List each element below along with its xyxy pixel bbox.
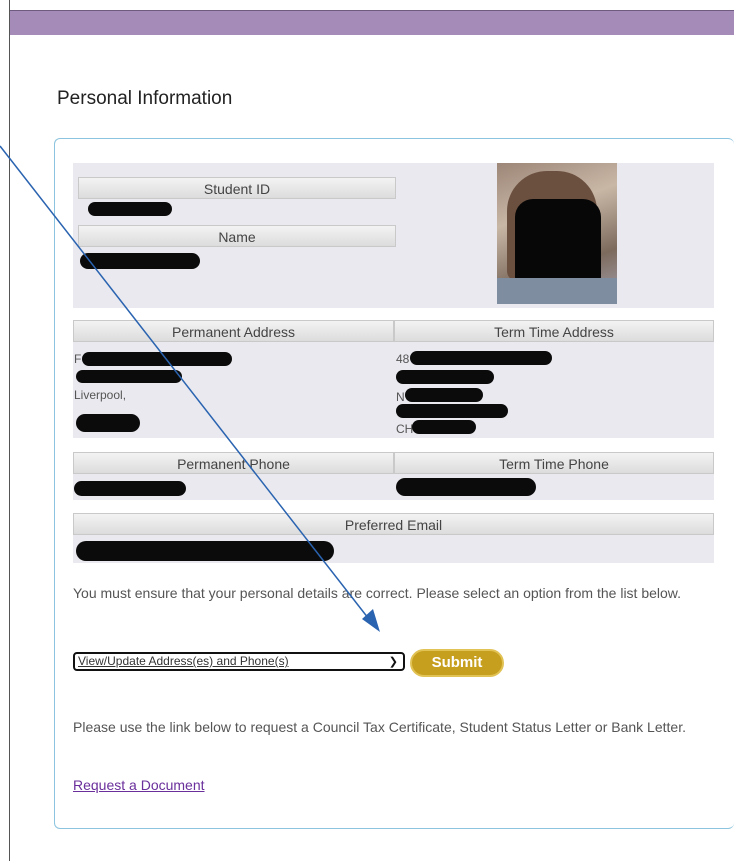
permanent-address-line1: F: [74, 352, 82, 366]
name-value-redacted: [80, 253, 200, 269]
document-notice: Please use the link below to request a C…: [73, 719, 686, 735]
request-document-link[interactable]: Request a Document: [73, 777, 205, 793]
preferred-email-redacted: [76, 541, 334, 561]
permanent-address-postcode-redacted: [76, 414, 140, 432]
details-notice: You must ensure that your personal detai…: [73, 585, 682, 601]
term-address-line1: 48: [396, 352, 410, 366]
submit-button[interactable]: Submit: [410, 649, 504, 677]
name-header: Name: [78, 225, 396, 247]
permanent-address-header: Permanent Address: [73, 320, 394, 342]
page-title: Personal Information: [57, 88, 233, 109]
student-id-value-redacted: [88, 202, 172, 216]
term-address-line2-redacted: [396, 370, 494, 384]
student-id-header: Student ID: [78, 177, 396, 199]
term-phone-redacted: [396, 478, 536, 496]
term-address-line1-redacted: [410, 351, 552, 365]
chevron-down-icon: ❯: [388, 656, 398, 668]
term-phone-header: Term Time Phone: [394, 452, 714, 474]
term-address-line3-redacted: [405, 388, 483, 402]
permanent-phone-redacted: [74, 481, 186, 496]
photo-shoulder: [497, 278, 617, 304]
preferred-email-header: Preferred Email: [73, 513, 714, 535]
permanent-address-line2-redacted: [76, 370, 182, 383]
left-border-line: [9, 0, 10, 861]
permanent-phone-header: Permanent Phone: [73, 452, 394, 474]
term-address-postcode-redacted: [412, 420, 476, 434]
term-address-postcode: CH: [396, 422, 414, 436]
student-photo: [497, 163, 617, 304]
top-header-bar: [10, 10, 734, 35]
action-select-value: View/Update Address(es) and Phone(s): [78, 654, 289, 668]
permanent-address-line1-redacted: [82, 352, 232, 366]
permanent-address-city: Liverpool,: [74, 388, 127, 402]
term-address-line3: N: [396, 390, 405, 404]
action-select[interactable]: View/Update Address(es) and Phone(s) ❯: [73, 652, 405, 671]
term-address-header: Term Time Address: [394, 320, 714, 342]
term-address-line4-redacted: [396, 404, 508, 418]
